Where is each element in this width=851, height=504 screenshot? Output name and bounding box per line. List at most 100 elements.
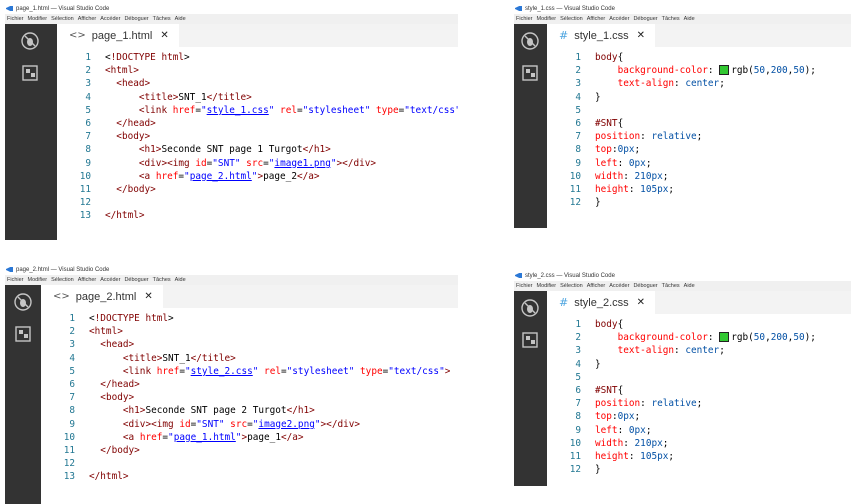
menu-item[interactable]: Afficher — [587, 283, 606, 289]
code-editor[interactable]: 1 body{2 background-color: rgb(50,200,50)… — [547, 51, 851, 209]
tab-bar: # style_1.css ✕ — [547, 24, 851, 47]
code-token: } — [595, 464, 601, 476]
menu-item[interactable]: Sélection — [51, 277, 74, 283]
tab-page2-html[interactable]: <> page_2.html ✕ — [41, 285, 163, 308]
menu-item[interactable]: Fichier — [7, 16, 24, 22]
close-icon[interactable]: ✕ — [637, 297, 645, 308]
color-swatch[interactable] — [719, 64, 730, 75]
file-link[interactable]: image1.png — [274, 158, 330, 169]
file-link[interactable]: page_2.html — [190, 171, 252, 182]
menu-item[interactable]: Déboguer — [633, 16, 657, 22]
tab-page1-html[interactable]: <> page_1.html ✕ — [57, 24, 179, 47]
extensions-icon[interactable] — [522, 332, 538, 348]
code-line: 11 </body> — [41, 444, 458, 457]
code-token: </title> — [206, 91, 252, 103]
tab-style2-css[interactable]: # style_2.css ✕ — [547, 291, 656, 314]
code-token: : — [707, 332, 720, 344]
line-number: 11 — [569, 183, 581, 195]
menu-item[interactable]: Fichier — [516, 16, 533, 22]
no-bug-extensions-icon[interactable] — [521, 32, 539, 50]
close-icon[interactable]: ✕ — [144, 291, 152, 302]
menu-item[interactable]: Modifier — [28, 16, 48, 22]
line-number: 10 — [569, 437, 581, 449]
code-token: height — [595, 450, 629, 462]
menu-item[interactable]: Sélection — [560, 283, 583, 289]
menu-item[interactable]: Afficher — [587, 16, 606, 22]
menu-item[interactable]: Afficher — [78, 277, 97, 283]
menu-item[interactable]: Déboguer — [124, 277, 148, 283]
line-number: 6 — [575, 117, 581, 129]
code-editor[interactable]: 1 <!DOCTYPE html> 2 <html> 3 <head> 4 <title>… — [57, 51, 458, 222]
menu-item[interactable]: Modifier — [537, 16, 557, 22]
line-number: 9 — [575, 157, 581, 169]
menu-item[interactable]: Aide — [175, 277, 186, 283]
menu-item[interactable]: Fichier — [516, 283, 533, 289]
menu-item[interactable]: Accéder — [609, 16, 629, 22]
color-swatch[interactable] — [719, 331, 730, 342]
code-line: 3 text-align: center; — [547, 344, 851, 357]
code-token: Seconde SNT page 1 Turgot — [161, 144, 303, 156]
extensions-icon[interactable] — [522, 65, 538, 81]
menu-item[interactable]: Accéder — [100, 277, 120, 283]
code-token: page_1 — [247, 431, 281, 443]
menu-bar: Fichier Modifier Sélection Afficher Accéder D… — [514, 281, 851, 291]
menu-item[interactable]: Sélection — [51, 16, 74, 22]
line-number: 11 — [569, 450, 581, 462]
menu-item[interactable]: Aide — [684, 16, 695, 22]
code-editor[interactable]: 1 <!DOCTYPE html> 2 <html> 3 <head> 4 <title>… — [41, 312, 458, 483]
menu-item[interactable]: Sélection — [560, 16, 583, 22]
code-token: <div><img — [122, 418, 180, 430]
tab-label: page_1.html — [91, 29, 153, 42]
tab-style1-css[interactable]: # style_1.css ✕ — [547, 24, 656, 47]
extensions-icon[interactable] — [15, 326, 31, 342]
menu-item[interactable]: Tâches — [153, 277, 171, 283]
extensions-icon[interactable] — [22, 65, 38, 81]
no-bug-extensions-icon[interactable] — [21, 32, 39, 50]
menu-item[interactable]: Tâches — [662, 283, 680, 289]
menu-item[interactable]: Modifier — [537, 283, 557, 289]
no-bug-extensions-icon[interactable] — [14, 293, 32, 311]
code-token: > — [168, 313, 174, 324]
window-titlebar: page_1.html — Visual Studio Code — [5, 3, 458, 14]
code-token: : — [707, 65, 720, 77]
code-token: <html> — [89, 326, 123, 338]
code-token: <title> — [138, 91, 179, 103]
menu-item[interactable]: Accéder — [609, 283, 629, 289]
code-line: 5 — [547, 371, 851, 384]
menu-item[interactable]: Déboguer — [633, 283, 657, 289]
file-link[interactable]: page_1.html — [174, 432, 236, 443]
menu-item[interactable]: Déboguer — [124, 16, 148, 22]
code-token: href — [139, 431, 163, 443]
menu-item[interactable]: Tâches — [153, 16, 171, 22]
file-link[interactable]: style_2.css — [191, 366, 253, 377]
code-token: left — [595, 424, 618, 436]
code-line: 8 top:0px; — [547, 410, 851, 423]
menu-item[interactable]: Aide — [175, 16, 186, 22]
menu-item[interactable]: Modifier — [28, 277, 48, 283]
code-token: </body> — [100, 444, 140, 456]
code-token: </title> — [190, 352, 236, 364]
code-token: ; — [696, 398, 703, 410]
line-number: 4 — [85, 91, 91, 103]
code-line: 1 <!DOCTYPE html> — [41, 312, 458, 325]
menu-item[interactable]: Accéder — [100, 16, 120, 22]
close-icon[interactable]: ✕ — [160, 30, 168, 41]
code-token: page_2 — [263, 170, 297, 182]
menu-item[interactable]: Tâches — [662, 16, 680, 22]
close-icon[interactable]: ✕ — [637, 30, 645, 41]
menu-item[interactable]: Afficher — [78, 16, 97, 22]
code-token: rel — [280, 104, 297, 116]
menu-item[interactable]: Fichier — [7, 277, 24, 283]
line-number: 12 — [569, 464, 581, 476]
file-link[interactable]: image2.png — [258, 419, 314, 430]
no-bug-extensions-icon[interactable] — [521, 299, 539, 317]
code-token: ; — [645, 157, 652, 169]
code-editor[interactable]: 1 body{2 background-color: rgb(50,200,50)… — [547, 318, 851, 476]
file-link[interactable]: style_1.css — [207, 105, 269, 116]
menu-item[interactable]: Aide — [684, 283, 695, 289]
menu-bar: Fichier Modifier Sélection Afficher Accéder D… — [5, 14, 458, 24]
code-token: <link — [138, 104, 173, 116]
